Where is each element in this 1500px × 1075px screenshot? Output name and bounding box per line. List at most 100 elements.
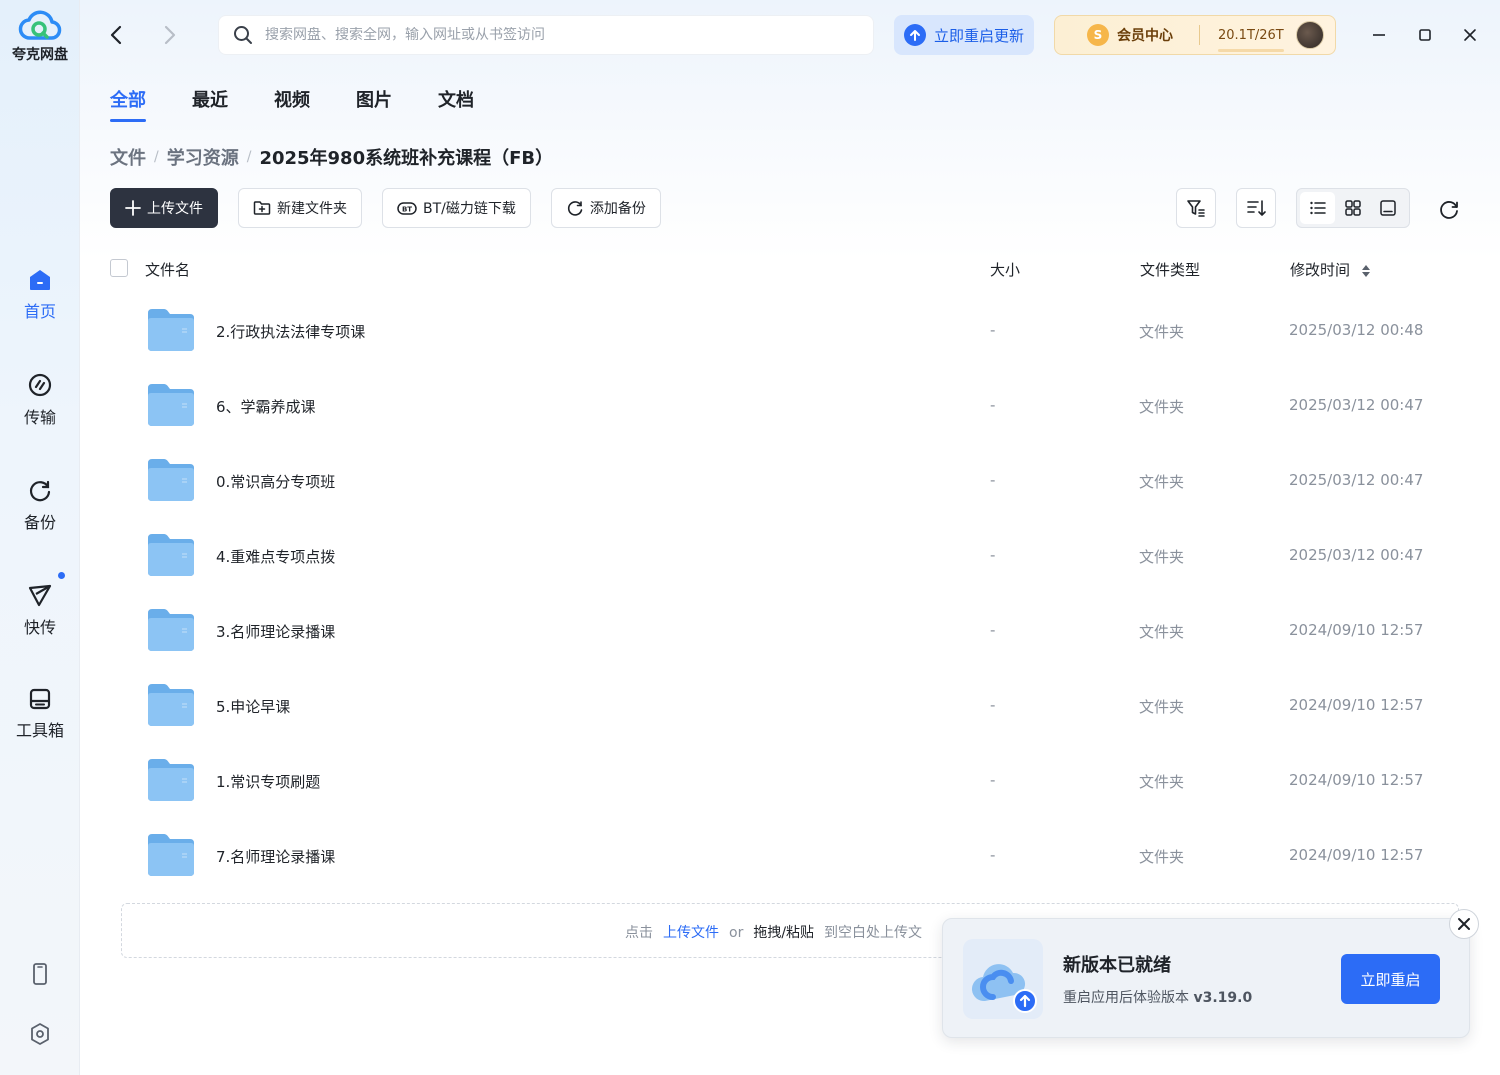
- filter-icon: [1187, 200, 1205, 217]
- member-center-button[interactable]: S 会员中心 20.1T/26T: [1054, 15, 1336, 55]
- coin-icon: S: [1087, 24, 1109, 46]
- select-all-checkbox[interactable]: [110, 259, 128, 277]
- sidebar-item-toolbox[interactable]: 工具箱: [0, 687, 80, 741]
- tab-all[interactable]: 全部: [110, 86, 146, 122]
- phone-icon: [33, 963, 47, 985]
- notification-close-button[interactable]: [1449, 909, 1479, 939]
- file-name[interactable]: 2.行政执法法律专项课: [216, 321, 365, 342]
- search-input[interactable]: [265, 27, 845, 43]
- dropzone-suffix: 到空白处上传文: [824, 925, 923, 941]
- search-bar[interactable]: [218, 15, 874, 55]
- file-type: 文件夹: [1139, 398, 1185, 416]
- header-modified[interactable]: 修改时间: [1290, 259, 1371, 280]
- header-name[interactable]: 文件名: [145, 259, 190, 280]
- table-row[interactable]: 7.名师理论录播课 - 文件夹 2024/09/10 12:57: [110, 818, 1470, 893]
- file-name[interactable]: 5.申论早课: [216, 696, 290, 717]
- folder-icon: [148, 309, 194, 351]
- tab-images[interactable]: 图片: [356, 86, 392, 122]
- tab-documents[interactable]: 文档: [438, 86, 474, 122]
- file-name[interactable]: 3.名师理论录播课: [216, 621, 335, 642]
- list-icon: [1309, 201, 1326, 215]
- dropzone-or: or: [729, 925, 744, 941]
- file-modified: 2025/03/12 00:47: [1289, 546, 1424, 564]
- restart-now-button[interactable]: 立即重启: [1341, 954, 1440, 1004]
- file-type: 文件夹: [1139, 548, 1185, 566]
- table-row[interactable]: 5.申论早课 - 文件夹 2024/09/10 12:57: [110, 668, 1470, 743]
- folder-icon: [148, 459, 194, 501]
- table-row[interactable]: 0.常识高分专项班 - 文件夹 2025/03/12 00:47: [110, 443, 1470, 518]
- arrow-up-icon: [903, 24, 926, 46]
- sidebar-item-transfer[interactable]: 传输: [0, 372, 80, 428]
- close-window-button[interactable]: [1457, 22, 1483, 48]
- breadcrumb-item-resources[interactable]: 学习资源: [167, 144, 239, 170]
- forward-button[interactable]: [156, 22, 182, 48]
- add-backup-label: 添加备份: [589, 201, 646, 217]
- maximize-icon: [1419, 29, 1431, 41]
- filter-button[interactable]: [1176, 188, 1216, 228]
- tab-video[interactable]: 视频: [274, 86, 310, 122]
- settings-icon: [31, 1023, 49, 1045]
- file-name[interactable]: 0.常识高分专项班: [216, 471, 335, 492]
- file-size: -: [990, 471, 996, 489]
- refresh-icon: [1440, 201, 1458, 219]
- storage-quota: 20.1T/26T: [1218, 28, 1284, 52]
- sidebar-item-label: 备份: [23, 513, 56, 532]
- avatar[interactable]: [1295, 21, 1324, 49]
- home-icon: [30, 270, 50, 290]
- tab-recent[interactable]: 最近: [192, 86, 228, 122]
- add-backup-button[interactable]: 添加备份: [550, 188, 661, 228]
- file-type: 文件夹: [1139, 773, 1185, 791]
- sort-button[interactable]: [1236, 188, 1276, 228]
- table-row[interactable]: 2.行政执法法律专项课 - 文件夹 2025/03/12 00:48: [110, 293, 1470, 368]
- file-name[interactable]: 6、学霸养成课: [216, 396, 316, 417]
- restart-update-button[interactable]: 立即重启更新: [894, 15, 1034, 55]
- app-logo[interactable]: 夸克网盘: [0, 8, 80, 64]
- sidebar-item-send[interactable]: 快传: [0, 572, 80, 638]
- maximize-button[interactable]: [1412, 22, 1438, 48]
- file-size: -: [990, 771, 996, 789]
- search-icon: [234, 26, 252, 44]
- table-row[interactable]: 3.名师理论录播课 - 文件夹 2024/09/10 12:57: [110, 593, 1470, 668]
- card-view-icon: [1380, 200, 1397, 216]
- file-type: 文件夹: [1139, 698, 1185, 716]
- refresh-button[interactable]: [1436, 196, 1462, 222]
- table-row[interactable]: 4.重难点专项点拨 - 文件夹 2025/03/12 00:47: [110, 518, 1470, 593]
- dropzone-upload-link[interactable]: 上传文件: [663, 925, 719, 941]
- file-modified: 2024/09/10 12:57: [1289, 621, 1424, 639]
- quota-bar: [1218, 48, 1284, 52]
- phone-button[interactable]: [0, 962, 80, 986]
- chevron-left-icon: [110, 25, 122, 45]
- plus-icon: [125, 200, 141, 216]
- grid-view-button[interactable]: [1335, 192, 1370, 224]
- header-type[interactable]: 文件类型: [1140, 259, 1200, 280]
- header-modified-label: 修改时间: [1290, 261, 1351, 279]
- dropzone-drag-paste: 拖拽/粘贴: [753, 925, 815, 941]
- breadcrumb-item-files[interactable]: 文件: [110, 144, 146, 170]
- topbar: 立即重启更新 S 会员中心 20.1T/26T: [80, 14, 1500, 56]
- file-type: 文件夹: [1139, 473, 1185, 491]
- list-view-button[interactable]: [1300, 192, 1336, 224]
- file-name[interactable]: 4.重难点专项点拨: [216, 546, 335, 567]
- header-size[interactable]: 大小: [990, 259, 1020, 280]
- bt-download-button[interactable]: BT BT/磁力链下载: [382, 188, 531, 228]
- toolbox-icon: [29, 688, 51, 710]
- file-name[interactable]: 7.名师理论录播课: [216, 846, 335, 867]
- preview-view-button[interactable]: [1371, 192, 1406, 224]
- upload-button[interactable]: 上传文件: [110, 188, 218, 228]
- sidebar-item-home[interactable]: 首页: [0, 268, 80, 322]
- back-button[interactable]: [104, 22, 130, 48]
- new-folder-button[interactable]: 新建文件夹: [238, 188, 362, 228]
- chevron-right-icon: [164, 25, 176, 45]
- sort-arrows-icon: [1361, 264, 1370, 277]
- breadcrumb-separator: /: [154, 149, 159, 165]
- settings-button[interactable]: [0, 1022, 80, 1046]
- table-row[interactable]: 1.常识专项刷题 - 文件夹 2024/09/10 12:57: [110, 743, 1470, 818]
- file-type: 文件夹: [1139, 623, 1185, 641]
- sidebar-item-backup[interactable]: 备份: [0, 477, 80, 533]
- notification-title: 新版本已就绪: [1063, 955, 1171, 976]
- sidebar-item-label: 工具箱: [15, 721, 64, 740]
- minimize-button[interactable]: [1366, 22, 1392, 48]
- update-notification: 新版本已就绪 重启应用后体验版本 v3.19.0 立即重启: [942, 918, 1470, 1038]
- table-row[interactable]: 6、学霸养成课 - 文件夹 2025/03/12 00:47: [110, 368, 1470, 443]
- file-name[interactable]: 1.常识专项刷题: [216, 771, 320, 792]
